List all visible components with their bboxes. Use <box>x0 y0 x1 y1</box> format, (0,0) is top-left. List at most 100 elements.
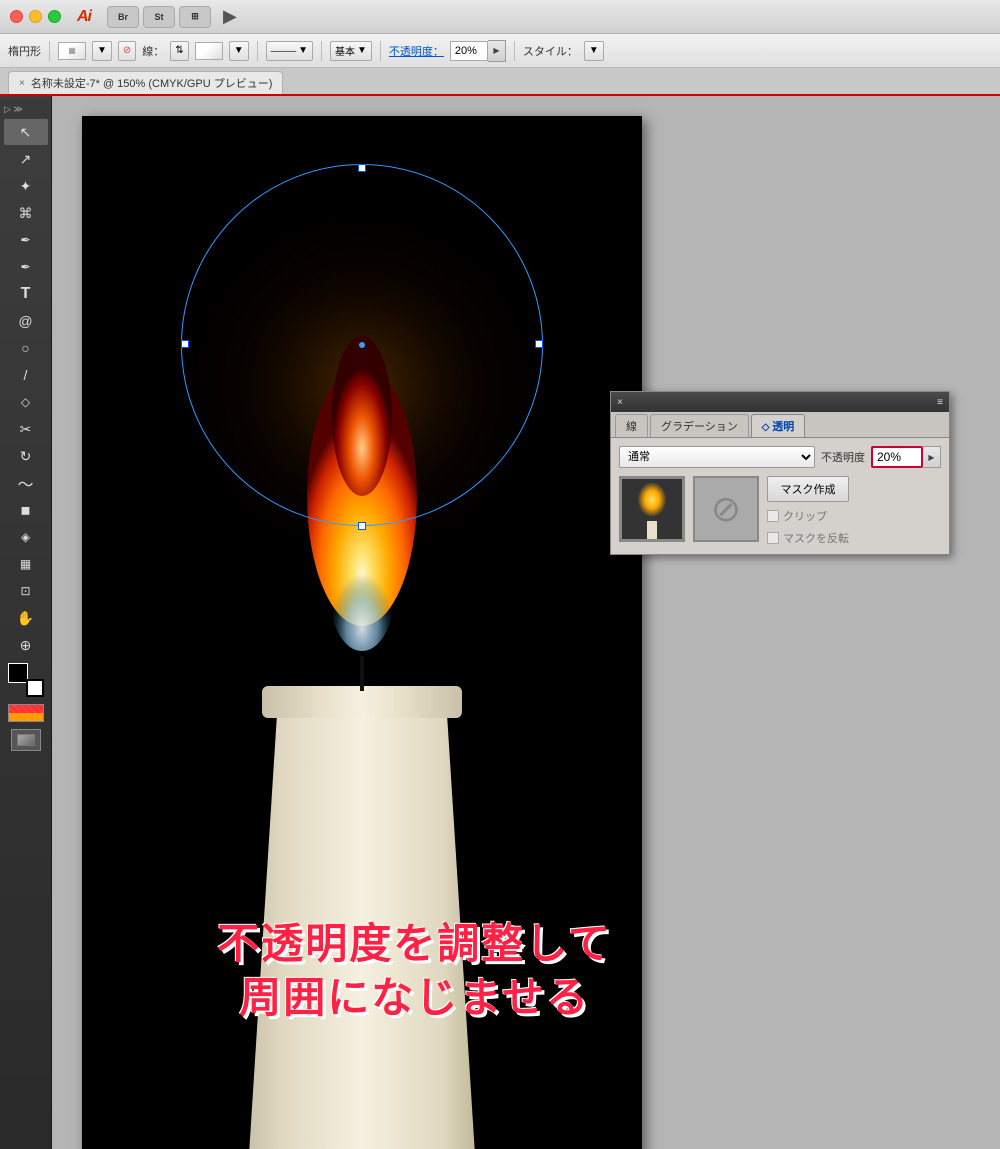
sel-handle-right[interactable] <box>535 340 543 348</box>
hand-tool-btn[interactable]: ✋ <box>4 605 48 631</box>
panel-tabs: 線 グラデーション ◇ 透明 <box>611 412 949 438</box>
separator-5 <box>514 41 515 61</box>
panel-expand-icon[interactable]: ≡ <box>937 397 943 408</box>
opacity-input-panel[interactable] <box>871 446 923 468</box>
style-dropdown[interactable]: ▼ <box>584 41 604 61</box>
zoom-tool-btn[interactable]: ⊕ <box>4 632 48 658</box>
toolbar: ▷ ≫ ↖ ↗ ✦ ⌘ ✒ ✒ T @ ○ / ◇ ✂ ↻ 〜 ◼ ◈ ▦ ⊡ … <box>0 96 52 1149</box>
close-button[interactable] <box>10 10 23 23</box>
separator-2 <box>257 41 258 61</box>
tab-transparency[interactable]: ◇ 透明 <box>751 414 805 437</box>
app-icons: Br St ⊞ <box>107 6 211 28</box>
separator-1 <box>49 41 50 61</box>
traffic-lights <box>10 10 61 23</box>
paintbrush-tool-btn[interactable]: / <box>4 362 48 388</box>
invert-mask-checkbox[interactable] <box>767 532 779 544</box>
jp-text-line2: 周囲になじませる <box>217 971 612 1026</box>
tab-gradient[interactable]: グラデーション <box>650 414 749 437</box>
spiral-tool-btn[interactable]: @ <box>4 308 48 334</box>
stroke-label: 線： <box>142 43 164 59</box>
fill-swatch[interactable] <box>8 663 28 683</box>
direct-selection-tool-btn[interactable]: ↗ <box>4 146 48 172</box>
gradient-tool-btn[interactable]: ◼ <box>4 497 48 523</box>
separator-4 <box>380 41 381 61</box>
scissors-tool-btn[interactable]: ✂ <box>4 416 48 442</box>
document-tab[interactable]: × 名称未設定-7* @ 150% (CMYK/GPU プレビュー) <box>8 71 283 94</box>
lasso-tool-btn[interactable]: ⌘ <box>4 200 48 226</box>
wand-tool-btn[interactable]: ✦ <box>4 173 48 199</box>
opacity-input-header[interactable] <box>450 41 488 61</box>
app-title: Ai <box>77 8 91 26</box>
clip-checkbox-row: クリップ <box>767 508 849 524</box>
tab-title: 名称未設定-7* @ 150% (CMYK/GPU プレビュー) <box>31 75 273 91</box>
sel-handle-top[interactable] <box>358 164 366 172</box>
chart-tool-btn[interactable]: ▦ <box>4 551 48 577</box>
mask-section: ⊘ マスク作成 クリップ マスクを反転 <box>619 476 941 546</box>
tab-bar: × 名称未設定-7* @ 150% (CMYK/GPU プレビュー) <box>0 68 1000 96</box>
japanese-text-overlay: 不透明度を調整して 周囲になじませる <box>217 917 612 1026</box>
sel-handle-bottom[interactable] <box>358 522 366 530</box>
ellipse-tool-btn[interactable]: ○ <box>4 335 48 361</box>
transparency-panel: × ≡ 線 グラデーション ◇ 透明 通常 不透明度 ▶ <box>610 391 950 555</box>
stroke-swatch[interactable] <box>26 679 44 697</box>
pen-tool-btn[interactable]: ✒ <box>4 227 48 253</box>
blend-mode-select[interactable]: 通常 <box>619 446 815 468</box>
baseline-dropdown[interactable]: 基本 ▼ <box>330 41 372 61</box>
panel-titlebar: × ≡ <box>611 392 949 412</box>
sel-handle-left[interactable] <box>181 340 189 348</box>
type-tool-btn[interactable]: T <box>4 281 48 307</box>
style-label: スタイル： <box>523 43 578 59</box>
minimize-button[interactable] <box>29 10 42 23</box>
stock-icon-btn[interactable]: St <box>143 6 175 28</box>
clip-label: クリップ <box>783 508 827 524</box>
toolbar-panel-header: ▷ ≫ <box>0 100 51 118</box>
options-bar: 楕円形 ▦ ▼ ⊘ 線： ⇅ ▼ ──── ▼ 基本 ▼ 不透明度： ▶ スタイ… <box>0 34 1000 68</box>
opacity-label-header: 不透明度： <box>389 43 444 59</box>
color-swatches <box>4 663 48 699</box>
pen2-tool-btn[interactable]: ✒ <box>4 254 48 280</box>
artboard-btn[interactable] <box>4 727 48 753</box>
stroke-dropdown[interactable]: ▼ <box>229 41 249 61</box>
slice-tool-btn[interactable]: ⊡ <box>4 578 48 604</box>
invert-mask-checkbox-row: マスクを反転 <box>767 530 849 546</box>
sel-center <box>359 342 365 348</box>
stroke-color-box[interactable] <box>195 42 223 60</box>
opacity-increment-header[interactable]: ▶ <box>488 40 506 62</box>
width-select[interactable]: ──── ▼ <box>266 41 313 61</box>
rotate-tool-btn[interactable]: ↻ <box>4 443 48 469</box>
separator-3 <box>321 41 322 61</box>
fill-color-box[interactable]: ▦ <box>58 42 86 60</box>
shape-label: 楕円形 <box>8 43 41 59</box>
invert-mask-label: マスクを反転 <box>783 530 849 546</box>
tab-stroke[interactable]: 線 <box>615 414 648 437</box>
fill-dropdown[interactable]: ▼ <box>92 41 112 61</box>
jp-text-line1: 不透明度を調整して <box>217 917 612 972</box>
thumbnail-box[interactable] <box>619 476 685 542</box>
blend-mode-row: 通常 不透明度 ▶ <box>619 446 941 468</box>
eraser-tool-btn[interactable]: ◇ <box>4 389 48 415</box>
mask-controls: マスク作成 クリップ マスクを反転 <box>767 476 849 546</box>
titlebar: Ai Br St ⊞ ▶ <box>0 0 1000 34</box>
mask-thumbnail-box[interactable]: ⊘ <box>693 476 759 542</box>
panel-body: 通常 不透明度 ▶ <box>611 438 949 554</box>
stroke-tool-btn[interactable]: ⊘ <box>118 41 136 61</box>
swap-color-btn[interactable] <box>4 700 48 726</box>
stroke-arrows-btn[interactable]: ⇅ <box>170 41 188 61</box>
opacity-stepper-panel[interactable]: ▶ <box>923 446 941 468</box>
clip-checkbox[interactable] <box>767 510 779 522</box>
opacity-label-panel: 不透明度 <box>821 449 865 465</box>
blend-tool-btn[interactable]: ◈ <box>4 524 48 550</box>
canvas-area: 不透明度を調整して 周囲になじませる × ≡ 線 グラデーション <box>52 96 1000 1149</box>
selection-tool-btn[interactable]: ↖ <box>4 119 48 145</box>
no-symbol-icon: ⊘ <box>711 491 741 527</box>
main-area: ▷ ≫ ↖ ↗ ✦ ⌘ ✒ ✒ T @ ○ / ◇ ✂ ↻ 〜 ◼ ◈ ▦ ⊡ … <box>0 96 1000 1149</box>
warp-tool-btn[interactable]: 〜 <box>4 470 48 496</box>
create-mask-button[interactable]: マスク作成 <box>767 476 849 502</box>
maximize-button[interactable] <box>48 10 61 23</box>
artboard: 不透明度を調整して 周囲になじませる <box>82 116 642 1149</box>
bridge-icon-btn[interactable]: Br <box>107 6 139 28</box>
send-icon[interactable]: ▶ <box>219 4 241 29</box>
layout-icon-btn[interactable]: ⊞ <box>179 6 211 28</box>
tab-close-icon[interactable]: × <box>19 78 25 89</box>
panel-close-icon[interactable]: × <box>617 397 623 408</box>
